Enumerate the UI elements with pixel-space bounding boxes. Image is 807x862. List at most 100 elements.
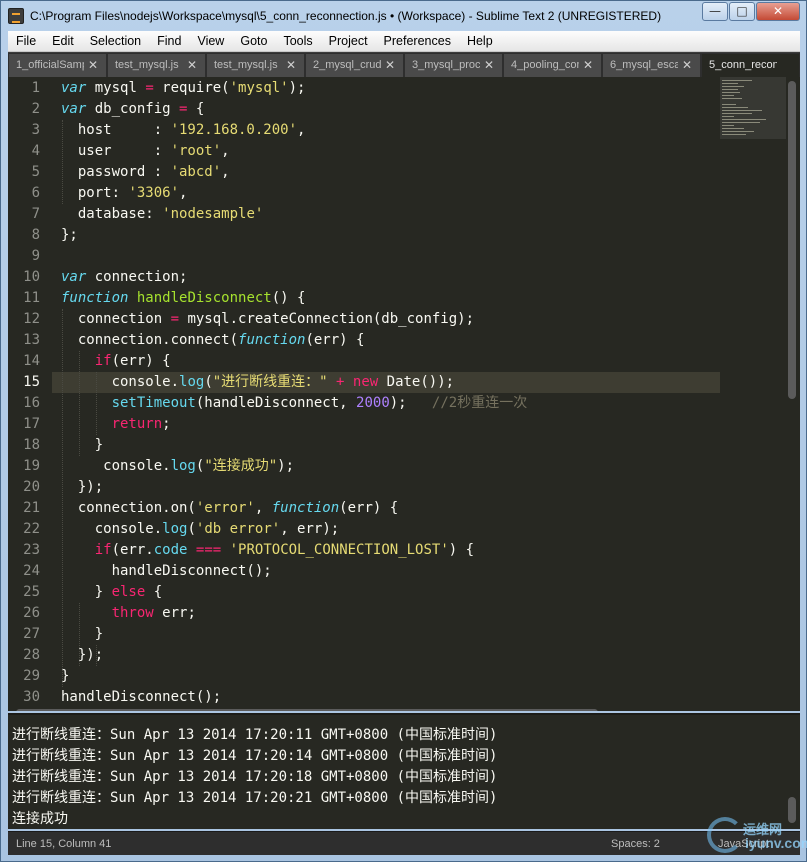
minimap-line xyxy=(722,125,734,126)
menu-goto[interactable]: Goto xyxy=(232,31,275,51)
tab-close-icon[interactable]: ✕ xyxy=(583,58,593,72)
code-line: host : '192.168.0.200', xyxy=(61,122,306,138)
line-number-gutter: 1 2 3 4 5 6 7 8 9 10 11 12 13 14 15 16 1… xyxy=(8,77,52,711)
minimize-button[interactable]: — xyxy=(702,2,728,21)
code-line: var mysql = require('mysql'); xyxy=(61,80,306,96)
code-line: }; xyxy=(61,227,78,243)
tab-test-mysql-b[interactable]: test_mysql.js ✕ xyxy=(206,53,305,77)
tab-label: 4_pooling_conn.js xyxy=(511,59,579,71)
tab-5-conn-reconnection[interactable]: 5_conn_reconnection.js xyxy=(701,53,800,77)
tab-close-icon[interactable]: ✕ xyxy=(286,58,296,72)
code-line: } xyxy=(61,626,104,642)
tab-close-icon[interactable]: ✕ xyxy=(385,58,395,72)
sublime-app-icon[interactable] xyxy=(8,8,24,24)
code-line: }); xyxy=(61,647,104,663)
minimap-line xyxy=(722,134,746,135)
menu-edit[interactable]: Edit xyxy=(44,31,82,51)
line-number: 14 xyxy=(23,353,40,369)
console-line: 进行断线重连：Sun Apr 13 2014 17:20:14 GMT+0800… xyxy=(12,748,498,764)
keyword: if xyxy=(94,353,112,369)
close-button[interactable]: ✕ xyxy=(756,2,800,21)
menu-find[interactable]: Find xyxy=(149,31,189,51)
menu-tools[interactable]: Tools xyxy=(275,31,320,51)
line-number: 20 xyxy=(23,479,40,495)
minimap-line xyxy=(722,92,740,93)
menu-project[interactable]: Project xyxy=(321,31,376,51)
line-number: 18 xyxy=(23,437,40,453)
menu-help[interactable]: Help xyxy=(459,31,501,51)
operator: = xyxy=(179,101,188,117)
console-line: 进行断线重连：Sun Apr 13 2014 17:20:18 GMT+0800… xyxy=(12,769,498,785)
tab-test-mysql-a[interactable]: test_mysql.js ✕ xyxy=(107,53,206,77)
tab-label: test_mysql.js xyxy=(214,59,278,71)
code-line: throw err; xyxy=(111,605,196,621)
console-line: 进行断线重连：Sun Apr 13 2014 17:20:21 GMT+0800… xyxy=(12,790,498,806)
code-line: setTimeout(handleDisconnect, 2000); //2秒… xyxy=(111,395,528,411)
code-line: var connection; xyxy=(61,269,188,285)
code-line-current: console.log("进行断线重连：" + new Date()); xyxy=(61,374,455,390)
operator: = xyxy=(170,311,180,327)
editor-vertical-scrollbar[interactable] xyxy=(788,81,796,399)
menu-view[interactable]: View xyxy=(189,31,232,51)
line-number: 7 xyxy=(31,206,40,222)
code-line: }); xyxy=(61,479,104,495)
tab-1-officialsample[interactable]: 1_officialSample.js ✕ xyxy=(8,53,107,77)
keyword: if xyxy=(94,542,112,558)
minimap-line xyxy=(722,122,760,123)
menu-selection[interactable]: Selection xyxy=(82,31,149,51)
cursor-position: Line 15, Column 41 xyxy=(16,838,112,850)
minimap-line xyxy=(722,110,762,111)
keyword: throw xyxy=(111,605,154,621)
window-controls: — □ ✕ xyxy=(701,2,800,22)
keyword: return xyxy=(111,416,163,432)
line-number: 13 xyxy=(23,332,40,348)
minimap[interactable] xyxy=(720,77,786,711)
tab-close-icon[interactable]: ✕ xyxy=(484,58,494,72)
tab-label: 5_conn_reconnection.js xyxy=(709,59,777,71)
keyword: var xyxy=(61,80,87,96)
tab-label: 3_mysql_procedure.js xyxy=(412,59,480,71)
code-line: function handleDisconnect() { xyxy=(61,290,306,306)
minimap-line xyxy=(722,104,736,105)
string: 'abcd' xyxy=(170,164,222,180)
minimap-line xyxy=(722,113,752,114)
tab-2-mysql-crud[interactable]: 2_mysql_crud.js ✕ xyxy=(305,53,404,77)
string: '192.168.0.200' xyxy=(170,122,298,138)
code-line: user : 'root', xyxy=(61,143,230,159)
minimap-line xyxy=(722,128,744,129)
minimap-line xyxy=(722,95,734,96)
keyword: new xyxy=(352,374,379,390)
operator: + xyxy=(336,374,345,390)
string: 'nodesample' xyxy=(162,206,264,222)
tab-close-icon[interactable]: ✕ xyxy=(88,58,98,72)
indentation-setting[interactable]: Spaces: 2 xyxy=(611,838,660,850)
tab-4-pooling-conn[interactable]: 4_pooling_conn.js ✕ xyxy=(503,53,602,77)
method: log xyxy=(179,374,205,390)
code-editor[interactable]: 1 2 3 4 5 6 7 8 9 10 11 12 13 14 15 16 1… xyxy=(8,77,800,711)
keyword: function xyxy=(271,500,340,516)
code-line: database: 'nodesample' xyxy=(61,206,264,222)
watermark-sub: iyunv.com xyxy=(745,835,807,851)
tab-label: 1_officialSample.js xyxy=(16,59,84,71)
tab-6-mysql-escape[interactable]: 6_mysql_escape.js ✕ xyxy=(602,53,701,77)
code-line: if(err) { xyxy=(94,353,171,369)
console-output-panel[interactable]: 进行断线重连：Sun Apr 13 2014 17:20:11 GMT+0800… xyxy=(8,713,800,829)
menu-file[interactable]: File xyxy=(8,31,44,51)
tab-label: test_mysql.js xyxy=(115,59,179,71)
tab-bar: 1_officialSample.js ✕ test_mysql.js ✕ te… xyxy=(8,52,800,77)
code-line: connection.connect(function(err) { xyxy=(61,332,365,348)
maximize-button[interactable]: □ xyxy=(729,2,755,21)
code-line: console.log("连接成功"); xyxy=(61,458,295,474)
tab-3-mysql-procedure[interactable]: 3_mysql_procedure.js ✕ xyxy=(404,53,503,77)
minimap-line xyxy=(722,98,742,99)
string: 'PROTOCOL_CONNECTION_LOST' xyxy=(229,542,449,558)
menu-preferences[interactable]: Preferences xyxy=(376,31,459,51)
tab-close-icon[interactable]: ✕ xyxy=(682,58,692,72)
tab-close-icon[interactable]: ✕ xyxy=(187,58,197,72)
line-number: 16 xyxy=(23,395,40,411)
method: log xyxy=(170,458,196,474)
minimap-line xyxy=(722,86,744,87)
line-number: 9 xyxy=(31,248,40,264)
string: 'root' xyxy=(170,143,222,159)
editor-horizontal-scrollbar[interactable] xyxy=(16,709,598,711)
